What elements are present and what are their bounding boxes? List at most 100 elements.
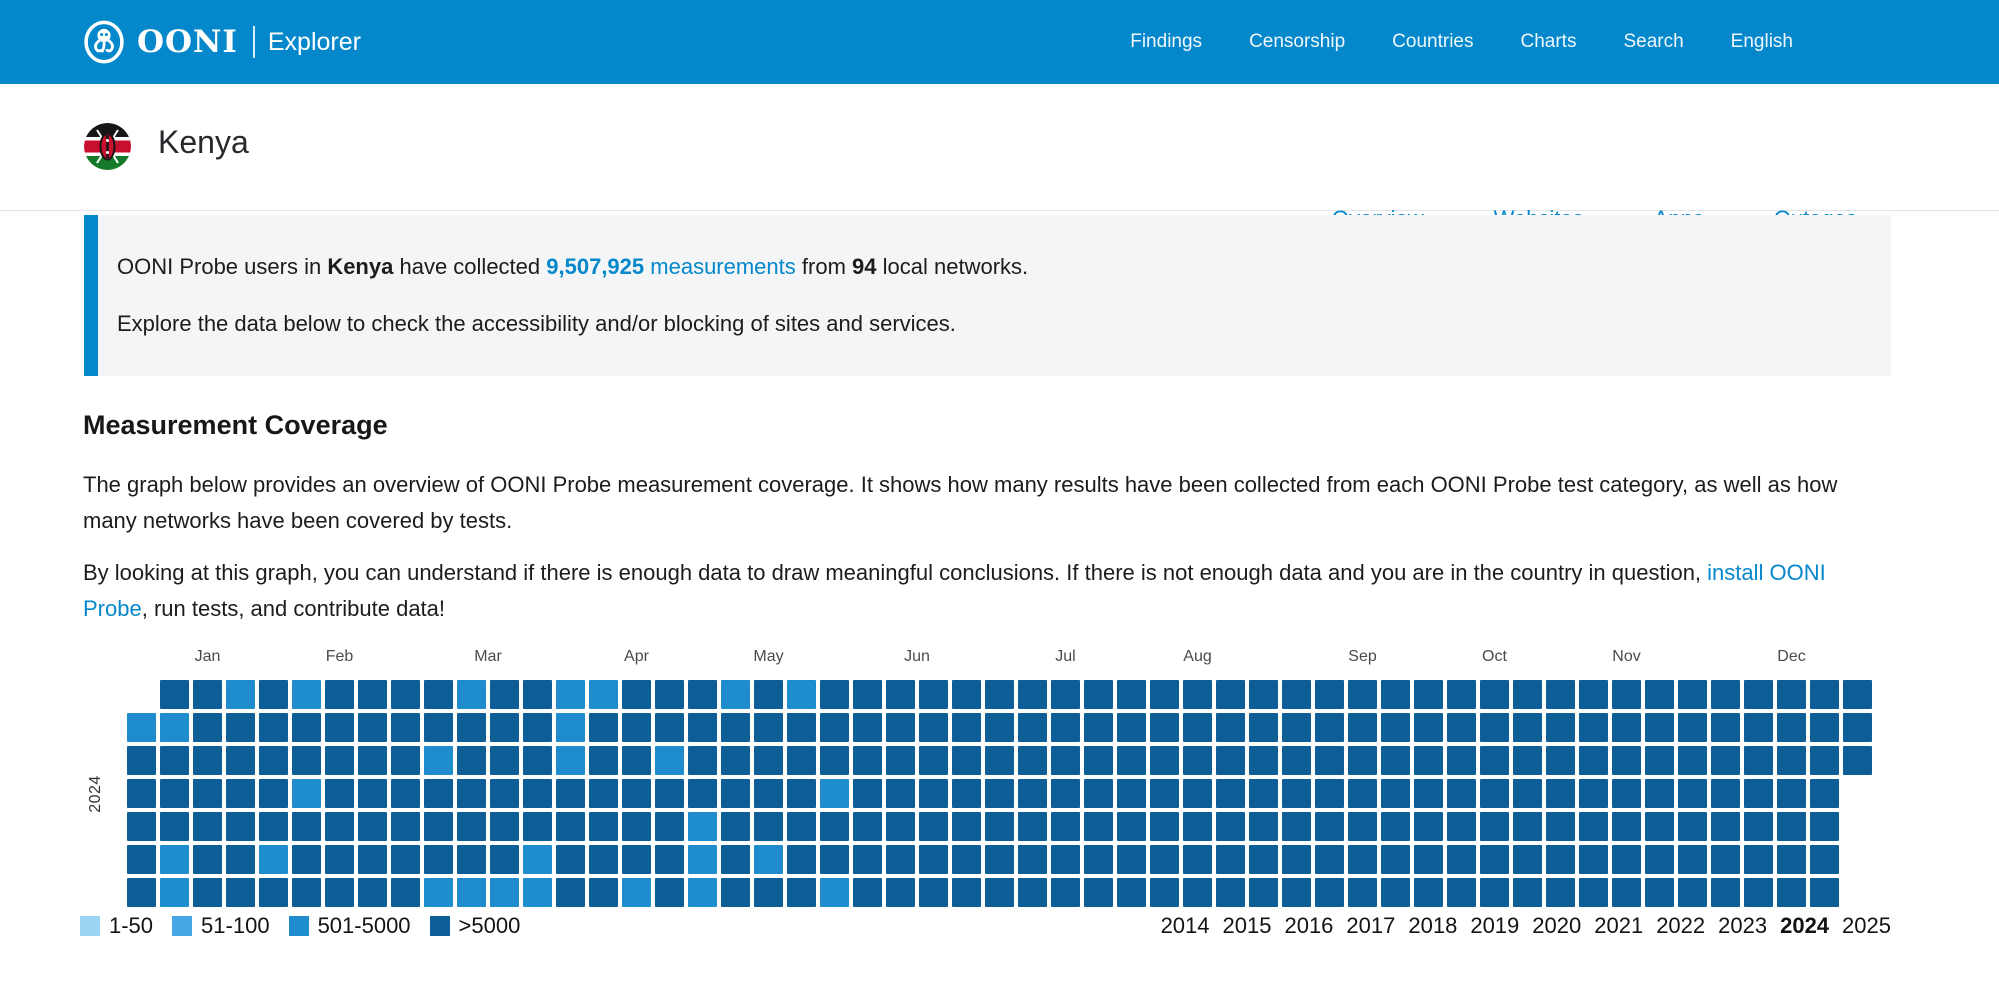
heatmap-cell[interactable]	[1249, 845, 1278, 874]
heatmap-cell[interactable]	[1018, 680, 1047, 709]
heatmap-cell[interactable]	[1183, 779, 1212, 808]
year-link-2019[interactable]: 2019	[1470, 913, 1519, 939]
heatmap-cell[interactable]	[1744, 779, 1773, 808]
heatmap-cell[interactable]	[853, 779, 882, 808]
heatmap-cell[interactable]	[1744, 878, 1773, 907]
heatmap-cell[interactable]	[886, 680, 915, 709]
heatmap-cell[interactable]	[259, 878, 288, 907]
heatmap-cell[interactable]	[754, 680, 783, 709]
heatmap-cell[interactable]	[193, 779, 222, 808]
heatmap-cell[interactable]	[853, 680, 882, 709]
year-link-2021[interactable]: 2021	[1594, 913, 1643, 939]
heatmap-cell[interactable]	[1810, 878, 1839, 907]
heatmap-cell[interactable]	[1810, 845, 1839, 874]
heatmap-cell[interactable]	[325, 779, 354, 808]
heatmap-cell[interactable]	[589, 680, 618, 709]
heatmap-cell[interactable]	[1678, 680, 1707, 709]
heatmap-cell[interactable]	[391, 746, 420, 775]
heatmap-cell[interactable]	[358, 878, 387, 907]
heatmap-cell[interactable]	[1480, 713, 1509, 742]
heatmap-cell[interactable]	[490, 746, 519, 775]
heatmap-cell[interactable]	[490, 845, 519, 874]
nav-countries[interactable]: Countries	[1392, 31, 1473, 53]
heatmap-cell[interactable]	[1084, 713, 1113, 742]
heatmap-cell[interactable]	[1315, 845, 1344, 874]
heatmap-cell[interactable]	[358, 812, 387, 841]
heatmap-cell[interactable]	[787, 713, 816, 742]
heatmap-cell[interactable]	[820, 713, 849, 742]
heatmap-cell[interactable]	[985, 812, 1014, 841]
heatmap-cell[interactable]	[1348, 680, 1377, 709]
heatmap-cell[interactable]	[127, 713, 156, 742]
year-link-2016[interactable]: 2016	[1284, 913, 1333, 939]
heatmap-cell[interactable]	[457, 845, 486, 874]
heatmap-cell[interactable]	[721, 680, 750, 709]
heatmap-cell[interactable]	[193, 812, 222, 841]
heatmap-cell[interactable]	[127, 746, 156, 775]
heatmap-cell[interactable]	[622, 713, 651, 742]
heatmap-cell[interactable]	[820, 746, 849, 775]
heatmap-cell[interactable]	[1546, 713, 1575, 742]
heatmap-cell[interactable]	[754, 845, 783, 874]
heatmap-cell[interactable]	[1315, 779, 1344, 808]
heatmap-cell[interactable]	[1612, 680, 1641, 709]
heatmap-cell[interactable]	[391, 878, 420, 907]
heatmap-cell[interactable]	[1249, 779, 1278, 808]
year-link-2023[interactable]: 2023	[1718, 913, 1767, 939]
heatmap-cell[interactable]	[853, 878, 882, 907]
heatmap-cell[interactable]	[1744, 845, 1773, 874]
heatmap-cell[interactable]	[1216, 680, 1245, 709]
heatmap-cell[interactable]	[1711, 746, 1740, 775]
heatmap-cell[interactable]	[523, 812, 552, 841]
heatmap-cell[interactable]	[457, 713, 486, 742]
heatmap-cell[interactable]	[1744, 680, 1773, 709]
heatmap-cell[interactable]	[523, 680, 552, 709]
heatmap-cell[interactable]	[754, 746, 783, 775]
heatmap-cell[interactable]	[1513, 746, 1542, 775]
heatmap-cell[interactable]	[655, 845, 684, 874]
heatmap-cell[interactable]	[721, 845, 750, 874]
heatmap-cell[interactable]	[424, 845, 453, 874]
heatmap-cell[interactable]	[1711, 812, 1740, 841]
heatmap-cell[interactable]	[919, 779, 948, 808]
heatmap-cell[interactable]	[1480, 878, 1509, 907]
heatmap-cell[interactable]	[325, 878, 354, 907]
nav-findings[interactable]: Findings	[1130, 31, 1202, 53]
heatmap-cell[interactable]	[820, 845, 849, 874]
heatmap-cell[interactable]	[655, 680, 684, 709]
heatmap-cell[interactable]	[1183, 812, 1212, 841]
heatmap-cell[interactable]	[655, 746, 684, 775]
heatmap-cell[interactable]	[589, 878, 618, 907]
heatmap-cell[interactable]	[1282, 680, 1311, 709]
heatmap-cell[interactable]	[655, 812, 684, 841]
heatmap-cell[interactable]	[853, 812, 882, 841]
heatmap-cell[interactable]	[688, 746, 717, 775]
heatmap-cell[interactable]	[424, 878, 453, 907]
heatmap-cell[interactable]	[1513, 779, 1542, 808]
heatmap-cell[interactable]	[754, 713, 783, 742]
heatmap-cell[interactable]	[457, 812, 486, 841]
heatmap-cell[interactable]	[1711, 845, 1740, 874]
heatmap-cell[interactable]	[226, 779, 255, 808]
heatmap-cell[interactable]	[1414, 680, 1443, 709]
heatmap-cell[interactable]	[1348, 878, 1377, 907]
heatmap-cell[interactable]	[886, 845, 915, 874]
heatmap-cell[interactable]	[1414, 878, 1443, 907]
heatmap-cell[interactable]	[1513, 713, 1542, 742]
heatmap-cell[interactable]	[259, 812, 288, 841]
heatmap-cell[interactable]	[1150, 680, 1179, 709]
heatmap-cell[interactable]	[325, 746, 354, 775]
heatmap-cell[interactable]	[721, 812, 750, 841]
heatmap-cell[interactable]	[1282, 878, 1311, 907]
ooni-logo[interactable]: OONI Explorer	[83, 0, 361, 84]
year-link-2020[interactable]: 2020	[1532, 913, 1581, 939]
year-link-2014[interactable]: 2014	[1161, 913, 1210, 939]
heatmap-cell[interactable]	[292, 812, 321, 841]
heatmap-cell[interactable]	[1414, 746, 1443, 775]
heatmap-cell[interactable]	[1579, 812, 1608, 841]
heatmap-cell[interactable]	[193, 845, 222, 874]
heatmap-cell[interactable]	[886, 812, 915, 841]
heatmap-cell[interactable]	[424, 746, 453, 775]
heatmap-cell[interactable]	[292, 713, 321, 742]
heatmap-cell[interactable]	[622, 680, 651, 709]
